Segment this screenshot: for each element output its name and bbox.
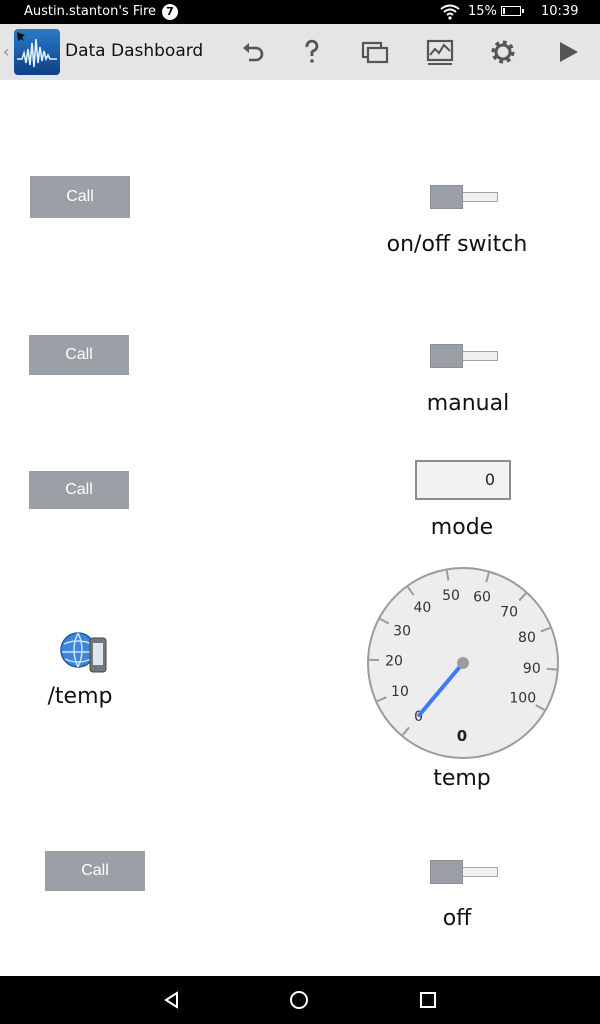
nav-recents-icon[interactable] [418,990,438,1014]
off-label: off [442,906,472,931]
mode-value-field[interactable]: 0 [415,460,511,500]
manual-label: manual [426,391,510,416]
undo-icon[interactable] [238,37,268,67]
gear-icon[interactable] [488,37,518,67]
call-button-3[interactable]: Call [29,471,129,509]
gauge-tick-label: 20 [385,654,403,670]
navigation-bar [0,976,600,1024]
gauge-tick-label: 70 [500,605,518,621]
on-off-switch-toggle[interactable] [430,185,498,209]
mode-label: mode [430,515,494,540]
app-logo[interactable] [14,29,60,75]
gauge-tick-label: 50 [442,588,460,604]
gauge-tick-label: 40 [414,600,432,616]
call-button-4[interactable]: Call [45,851,145,891]
help-icon[interactable] [297,37,327,67]
globe-phone-icon[interactable] [56,628,110,676]
gauge-value-readout: 0 [457,727,467,745]
device-owner: Austin.stanton's Fire [24,4,157,19]
battery-percent: 15% [468,4,497,19]
manual-toggle[interactable] [430,344,498,368]
on-off-switch-label: on/off switch [386,232,528,257]
windows-icon[interactable] [360,37,390,67]
nav-back-icon[interactable] [162,990,182,1014]
gauge-tick-label: 30 [393,624,411,640]
gauge-tick [546,667,557,671]
play-icon[interactable] [553,37,583,67]
call-button-2[interactable]: Call [29,335,129,375]
battery-icon [501,6,524,16]
notification-badge: 7 [162,4,178,20]
gauge-tick-label: 10 [391,684,409,700]
gauge-tick-label: 100 [509,691,536,707]
nav-home-icon[interactable] [289,990,309,1014]
off-toggle[interactable] [430,860,498,884]
temp-gauge: 0102030405060708090100 0 [365,565,561,761]
clock: 10:39 [541,4,579,19]
status-bar: Austin.stanton's Fire 7 15% 10:39 [0,0,600,24]
back-chevron-icon[interactable]: ‹ [3,42,9,61]
chart-icon[interactable] [425,37,455,67]
call-button-1[interactable]: Call [30,176,130,218]
topic-label: /temp [47,684,113,709]
app-bar: ‹ Data Dashboard [0,24,600,80]
gauge-tick-label: 60 [473,590,491,606]
gauge-tick-label: 80 [518,630,536,646]
temp-label: temp [433,766,491,791]
app-title: Data Dashboard [65,41,204,61]
gauge-tick-label: 90 [523,661,541,677]
wifi-icon [440,4,460,24]
